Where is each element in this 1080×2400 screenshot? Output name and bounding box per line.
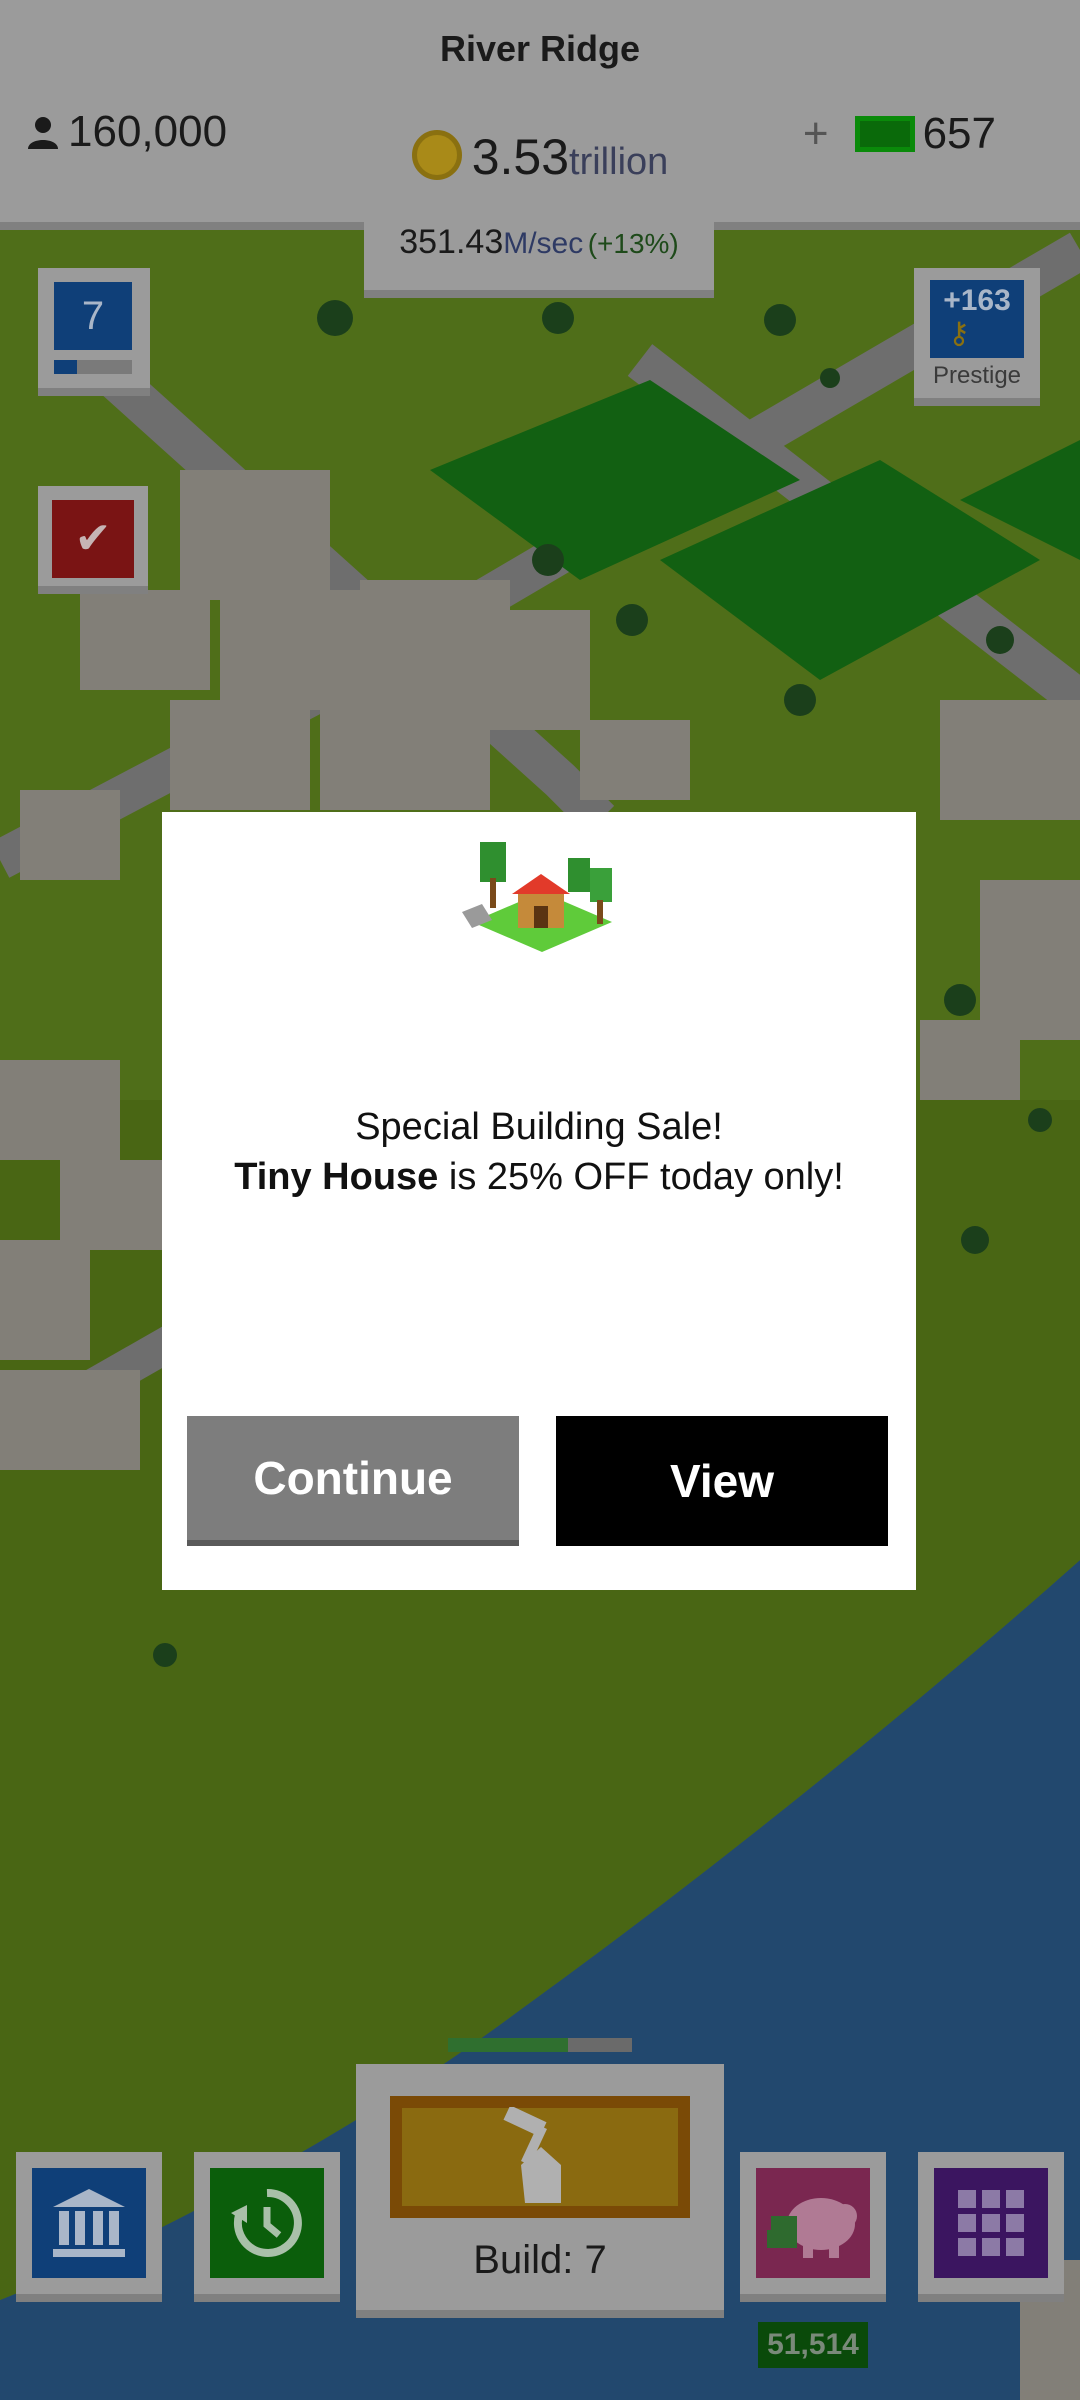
- income-unit: M/sec: [503, 227, 584, 260]
- top-hud: River Ridge 160,000 3.53trillion + 657: [0, 0, 1080, 230]
- money-total-number: 3.53: [471, 129, 570, 185]
- build-label: Build: 7: [473, 2238, 607, 2282]
- build-progress-bar: [448, 2038, 632, 2052]
- prestige-label: Prestige: [932, 362, 1022, 389]
- level-progress-fill: [54, 360, 78, 374]
- level-progress-bar: [54, 360, 132, 374]
- cash-bill-icon: [854, 116, 915, 152]
- premium-currency-value: 657: [922, 109, 996, 158]
- prestige-button[interactable]: +163 ⚷ Prestige: [914, 268, 1040, 406]
- time-travel-button[interactable]: [194, 2152, 340, 2302]
- income-rate: 351.43M/sec (+13%): [364, 200, 714, 298]
- piggy-bank-button[interactable]: [740, 2152, 886, 2302]
- bank-button[interactable]: [16, 2152, 162, 2302]
- money-total-unit: trillion: [569, 141, 669, 183]
- prestige-amount: +163: [943, 284, 1011, 317]
- build-button[interactable]: Build: 7: [356, 2064, 724, 2318]
- piggy-bank-value: 51,514: [758, 2322, 868, 2368]
- sale-message: Special Building Sale! Tiny House is 25%…: [162, 1102, 916, 1202]
- tasks-button[interactable]: ✔: [38, 486, 148, 594]
- hammer-hand-icon: [390, 2096, 690, 2218]
- sale-dialog: Special Building Sale! Tiny House is 25%…: [162, 812, 916, 1590]
- menu-grid-button[interactable]: [918, 2152, 1064, 2302]
- coin-icon: [411, 130, 462, 180]
- checkmark-icon: ✔: [52, 500, 134, 578]
- build-progress-fill: [448, 2038, 568, 2052]
- sale-discount-text: is 25% OFF today only!: [438, 1156, 844, 1198]
- sale-building-name: Tiny House: [234, 1156, 439, 1198]
- premium-currency[interactable]: + 657: [803, 106, 996, 162]
- city-name: River Ridge: [439, 28, 641, 69]
- prestige-badge: +163 ⚷: [930, 280, 1024, 358]
- view-button[interactable]: View: [556, 1416, 888, 1546]
- continue-button[interactable]: Continue: [187, 1416, 519, 1546]
- grid-icon: [934, 2168, 1048, 2278]
- income-change: (+13%): [587, 228, 679, 259]
- sale-detail: Tiny House is 25% OFF today only!: [162, 1152, 916, 1202]
- add-currency-button[interactable]: +: [803, 109, 829, 159]
- level-value: 7: [54, 282, 132, 350]
- tiny-house-illustration: [462, 842, 612, 952]
- key-icon: ⚷: [948, 317, 970, 350]
- bank-icon: [32, 2168, 146, 2278]
- sale-headline: Special Building Sale!: [355, 1106, 723, 1148]
- clock-rewind-icon: [210, 2168, 324, 2278]
- piggy-bank-icon: [756, 2168, 870, 2278]
- level-button[interactable]: 7: [38, 268, 150, 396]
- income-number: 351.43: [399, 223, 504, 261]
